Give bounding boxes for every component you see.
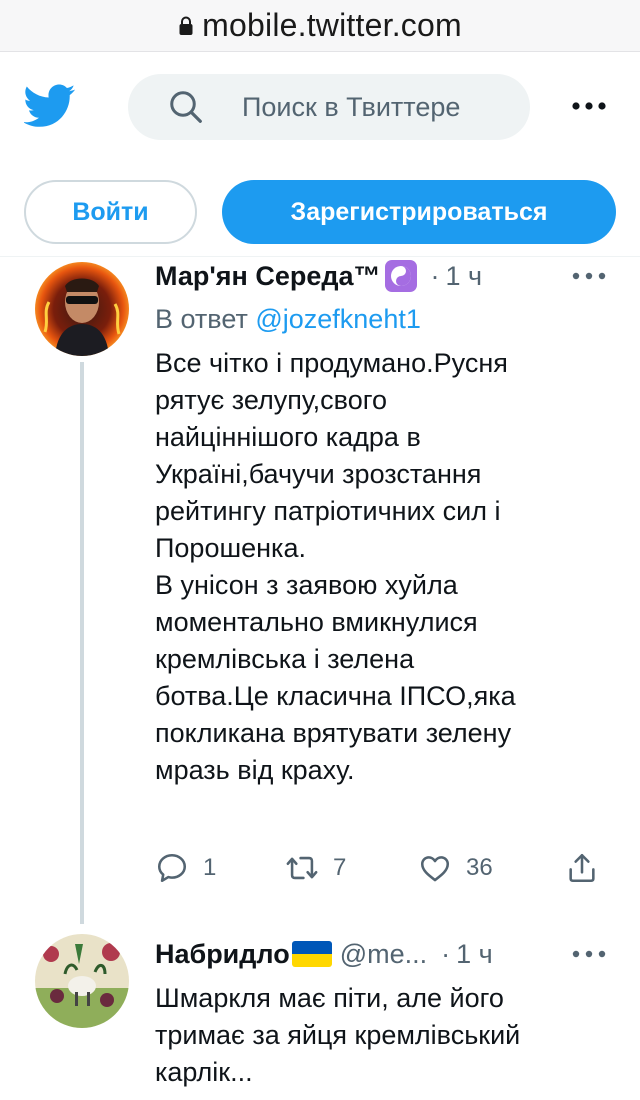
- search-icon: [170, 91, 202, 123]
- heart-icon: [420, 856, 450, 882]
- twitter-bird-icon[interactable]: [24, 84, 76, 128]
- browser-url-bar[interactable]: mobile.twitter.com: [0, 0, 640, 52]
- tweet-header: Набридло @me... · 1 ч: [155, 934, 493, 974]
- auth-buttons: Войти Зарегистрироваться: [0, 180, 640, 246]
- tweet-text: Все чітко і продумано.Русня рятує зелупу…: [155, 345, 615, 789]
- thread-line: [80, 362, 84, 924]
- tweet-line: кремлівська і зелена: [155, 644, 415, 674]
- url-text: mobile.twitter.com: [202, 7, 462, 43]
- avatar-image: [35, 262, 129, 356]
- tweet-line: мразь від краху.: [155, 755, 355, 785]
- tweet-line: рейтингу патріотичних сил і: [155, 496, 501, 526]
- tweet-text: Шмаркля має піти, але його тримає за яйц…: [155, 980, 615, 1091]
- search-input[interactable]: Поиск в Твиттере: [128, 74, 530, 140]
- more-icon[interactable]: [571, 98, 607, 114]
- tweet-line: моментально вмикнулися: [155, 607, 478, 637]
- tweet-line: Україні,бачучи зрозстання: [155, 459, 482, 489]
- ukraine-flag-emoji: [291, 941, 332, 967]
- tweet-time[interactable]: 1 ч: [456, 939, 493, 970]
- avatar[interactable]: [35, 934, 129, 1028]
- separator-dot: ·: [430, 260, 440, 291]
- tweet-line: Шмаркля має піти, але його: [155, 983, 504, 1013]
- tweet-line: покликана врятувати зелену: [155, 718, 512, 748]
- share-icon: [569, 853, 595, 883]
- reply-prefix: В ответ: [155, 304, 248, 334]
- tweet-more-icon[interactable]: [571, 948, 607, 960]
- twitter-header: Поиск в Твиттере: [0, 56, 640, 166]
- tweet-line: карлік...: [155, 1057, 253, 1087]
- tweet-line: ботва.Це класична ІПСО,яка: [155, 681, 516, 711]
- tweet-header: Мар'ян Середа™ · 1 ч: [155, 256, 482, 296]
- reply-context: В ответ @jozefkneht1: [155, 304, 421, 335]
- tweet-line: найціннішого кадра в: [155, 422, 421, 452]
- search-placeholder: Поиск в Твиттере: [242, 91, 461, 122]
- retweet-count: 7: [333, 854, 347, 881]
- avatar[interactable]: [35, 262, 129, 356]
- separator-dot: ·: [441, 938, 451, 969]
- tweet-line: тримає за яйця кремлівський: [155, 1020, 521, 1050]
- author-name[interactable]: Мар'ян Середа™: [155, 261, 381, 292]
- lock-icon: [179, 16, 193, 35]
- author-handle[interactable]: @me...: [340, 939, 427, 970]
- signup-button[interactable]: Зарегистрироваться: [222, 180, 616, 244]
- like-button[interactable]: 36: [418, 846, 493, 890]
- tweet-more-icon[interactable]: [571, 270, 607, 282]
- reply-icon: [157, 853, 187, 883]
- tweet-actions: 1 7 36: [155, 846, 615, 890]
- yin-yang-emoji: [384, 260, 417, 292]
- author-name[interactable]: Набридло: [155, 939, 290, 970]
- avatar-image: [35, 934, 129, 1028]
- tweet-line: Все чітко і продумано.Русня: [155, 348, 508, 378]
- retweet-button[interactable]: 7: [285, 846, 346, 890]
- like-count: 36: [466, 854, 493, 881]
- tweet-line: рятує зелупу,свого: [155, 385, 387, 415]
- login-button[interactable]: Войти: [24, 180, 197, 244]
- reply-count: 1: [203, 854, 217, 881]
- tweet-line: Порошенка.: [155, 533, 306, 563]
- tweet-time[interactable]: 1 ч: [446, 261, 483, 292]
- tweet-line: В унісон з заявою хуйла: [155, 570, 458, 600]
- reply-mention[interactable]: @jozefkneht1: [255, 304, 421, 334]
- reply-button[interactable]: 1: [155, 846, 216, 890]
- share-button[interactable]: [565, 846, 599, 890]
- retweet-icon: [286, 856, 318, 880]
